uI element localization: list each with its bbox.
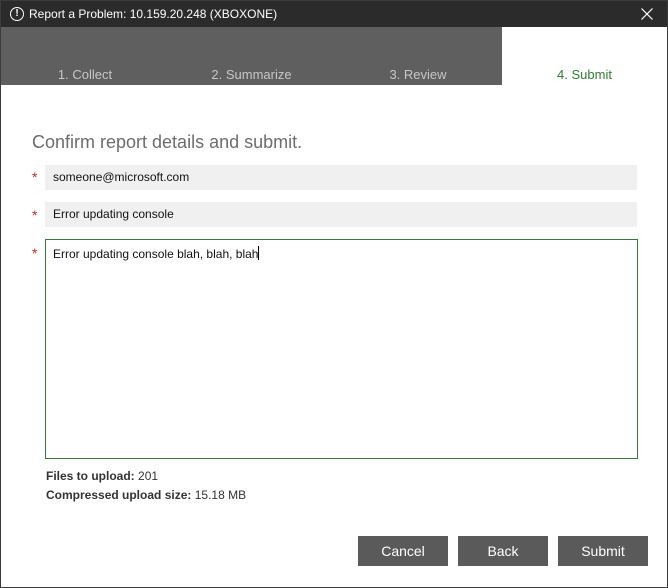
report-problem-dialog: ! Report a Problem: 10.159.20.248 (XBOXO… (0, 0, 668, 588)
text-caret (258, 246, 260, 260)
tab-submit[interactable]: 4. Submit (502, 27, 667, 85)
title-bar: ! Report a Problem: 10.159.20.248 (XBOXO… (1, 1, 667, 27)
required-marker: * (32, 207, 38, 223)
tab-label: 1. Collect (57, 67, 113, 82)
close-button[interactable] (627, 1, 667, 27)
cancel-button[interactable]: Cancel (358, 536, 448, 566)
compressed-size-value: 15.18 MB (194, 488, 247, 502)
submit-button[interactable]: Submit (558, 536, 648, 566)
tab-summarize[interactable]: 2. Summarize (169, 27, 334, 85)
tab-label: 2. Summarize (211, 67, 292, 82)
tab-label: 4. Submit (557, 67, 612, 82)
alert-icon: ! (10, 7, 24, 21)
description-text: Error updating console blah, blah, blah (53, 247, 259, 261)
tab-review[interactable]: 3. Review (334, 27, 502, 85)
files-to-upload: Files to upload: 201 (46, 469, 158, 483)
email-field[interactable]: someone@microsoft.com (45, 165, 637, 190)
summary-field[interactable]: Error updating console (45, 202, 637, 227)
compressed-size-label: Compressed upload size: (46, 488, 192, 502)
files-to-upload-label: Files to upload: (46, 469, 135, 483)
window-title: Report a Problem: 10.159.20.248 (XBOXONE… (29, 7, 278, 21)
close-icon (641, 8, 653, 20)
required-marker: * (32, 169, 38, 185)
description-textarea[interactable]: Error updating console blah, blah, blah (45, 239, 638, 459)
files-to-upload-value: 201 (138, 469, 159, 483)
required-marker: * (32, 245, 38, 261)
compressed-upload-size: Compressed upload size: 15.18 MB (46, 488, 246, 502)
tab-collect[interactable]: 1. Collect (1, 27, 169, 85)
page-heading: Confirm report details and submit. (32, 132, 303, 152)
tab-label: 3. Review (389, 67, 447, 82)
wizard-steps: 1. Collect 2. Summarize 3. Review 4. Sub… (1, 27, 667, 85)
back-button[interactable]: Back (458, 536, 548, 566)
